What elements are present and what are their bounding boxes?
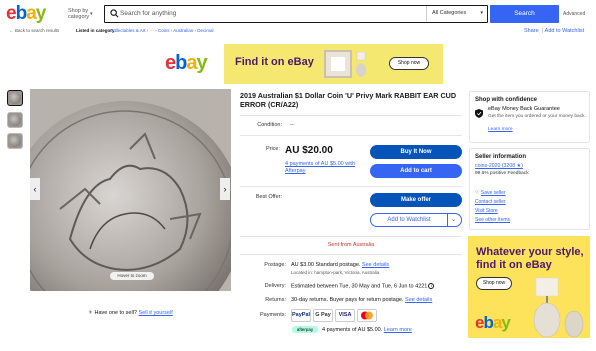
ad-headline: Whatever your style, find it on eBay (476, 246, 584, 271)
shop-now-button[interactable]: Shop now (389, 57, 429, 70)
panel-heading: Seller information (475, 154, 527, 160)
chevron-down-icon: ▾ (90, 11, 93, 17)
search-icon (110, 9, 119, 18)
lamp-image (356, 52, 366, 77)
buy-it-now-button[interactable]: Buy It Now (370, 145, 462, 159)
save-seller-link[interactable]: ♡ Save seller (475, 190, 506, 196)
category-select[interactable]: All Categories ▾ (426, 6, 487, 21)
returns-label: Returns: (265, 297, 286, 303)
chevron-right-icon: › (223, 184, 227, 194)
sell-one-prompt: ☀ Have one to sell? Sell it yourself (88, 310, 173, 316)
previous-image-button[interactable]: ‹ (30, 178, 40, 200)
delivery-label: Delivery: (264, 283, 286, 289)
shop-now-button[interactable]: Shop now (476, 277, 512, 290)
advanced-search-link[interactable]: Advanced (563, 11, 585, 17)
ad-headline: Find it on eBay (235, 56, 314, 68)
back-to-results-link[interactable]: ←Back to search results (9, 28, 59, 34)
listing-title: 2019 Australian $1 Dollar Coin 'U' Privy… (240, 91, 457, 109)
postage-value: AU $3.00 Standard postage. See details (291, 262, 390, 268)
returns-details-link[interactable]: See details (405, 297, 432, 303)
sell-it-yourself-link[interactable]: Sell it yourself (139, 310, 173, 316)
postage-details-link[interactable]: See details (362, 262, 389, 268)
delivery-value: Estimated between Tue, 30 May and Tue, 6… (291, 283, 435, 289)
condition-label: Condition: (257, 122, 282, 128)
divider (240, 135, 462, 136)
contact-seller-link[interactable]: Contact seller (475, 199, 506, 205)
header: ebay Shop by category ▾ Search for anyth… (0, 0, 596, 28)
ebay-ad-logo: ebay (475, 313, 511, 332)
price-label: Price: (265, 146, 280, 152)
guarantee-learn-more-link[interactable]: Learn more (488, 127, 513, 132)
add-to-cart-button[interactable]: Add to cart (370, 164, 462, 178)
top-advertisement[interactable]: ebay Find it on eBay Shop now (152, 44, 443, 84)
search-button[interactable]: Search (490, 5, 559, 23)
search-input[interactable]: Search for anything (120, 10, 176, 17)
panel-heading: Shop with confidence (475, 97, 538, 103)
afterpay-installments-link[interactable]: 4 payments of AU $5.00 with Afterpay (285, 161, 367, 175)
item-location: Located in: hampton-park, Victoria, Aust… (291, 270, 380, 275)
divider (240, 115, 462, 116)
learn-more-link[interactable]: Learn more (384, 327, 412, 333)
mastercard-card (357, 309, 377, 322)
ebay-logo[interactable]: ebay (6, 4, 46, 24)
guarantee-description: Get the item you ordered or your money b… (488, 114, 586, 119)
arrow-left-icon: ← (9, 28, 14, 34)
seller-information-panel: Seller information coins-2020 (3208 ★) 9… (469, 148, 590, 230)
guarantee-title: eBay Money Back Guarantee (488, 106, 560, 112)
breadcrumb-bar: ←Back to search results Listed in catego… (0, 28, 596, 36)
thumbnail-1[interactable] (7, 90, 23, 106)
mastercard-icon (361, 311, 373, 320)
divider (240, 236, 462, 237)
bulb-icon: ☀ (88, 310, 93, 316)
condition-value: -- (290, 122, 294, 128)
share-link[interactable]: Share (524, 28, 539, 34)
breadcrumb[interactable]: Collectables & Art › ··· › Coins › Austr… (110, 28, 214, 33)
chevron-down-icon[interactable]: ⌄ (451, 216, 456, 223)
afterpay-badge: afterpay (292, 326, 318, 333)
side-advertisement[interactable]: Whatever your style, find it on eBay Sho… (468, 236, 590, 338)
shop-by-category-button[interactable]: Shop by category ▾ (68, 8, 96, 20)
paypal-card: PayPal (291, 309, 311, 322)
postage-label: Postage: (264, 262, 286, 268)
shop-with-confidence-panel: Shop with confidence eBay Money Back Gua… (469, 91, 590, 143)
best-offer-label: Best Offer: (255, 194, 282, 200)
info-icon[interactable]: i (428, 283, 435, 289)
thumbnail-3[interactable] (7, 133, 23, 149)
thumbnail-2[interactable] (7, 112, 23, 128)
picture-frame-image (324, 50, 352, 78)
main-product-image[interactable] (30, 89, 231, 291)
seller-feedback: 99.6% positive Feedback (475, 171, 529, 176)
ebay-ad-logo: ebay (165, 52, 208, 74)
afterpay-info: 4 payments of AU $5.00. Learn more (322, 327, 412, 333)
lamp-vase-image (533, 277, 584, 338)
chevron-down-icon: ▾ (480, 10, 483, 16)
hover-to-zoom-label: Hover to zoom (110, 272, 154, 280)
payments-label: Payments: (260, 312, 286, 318)
see-other-items-link[interactable]: See other items (475, 217, 510, 223)
sent-from-label: Sent from Australia (327, 242, 375, 248)
add-to-watchlist-link[interactable]: | Add to Watchlist (542, 28, 584, 34)
search-bar: Search for anything All Categories ▾ (104, 5, 488, 23)
divider (240, 254, 462, 255)
seller-name-link[interactable]: coins-2020 (3208 ★) (475, 163, 523, 169)
coin-image (30, 89, 231, 291)
chevron-left-icon: ‹ (33, 184, 37, 194)
google-pay-card: G Pay (313, 309, 333, 322)
divider (240, 186, 462, 187)
visit-store-link[interactable]: Visit Store (475, 208, 498, 214)
shield-icon (475, 109, 483, 118)
returns-value: 30-day returns. Buyer pays for return po… (291, 297, 433, 303)
next-image-button[interactable]: › (220, 178, 230, 200)
make-offer-button[interactable]: Make offer (370, 193, 462, 207)
visa-card: VISA (335, 309, 355, 322)
add-to-watchlist-button[interactable]: Add to Watchlist ⌄ (370, 213, 462, 227)
price-value: AU $20.00 (285, 145, 333, 156)
